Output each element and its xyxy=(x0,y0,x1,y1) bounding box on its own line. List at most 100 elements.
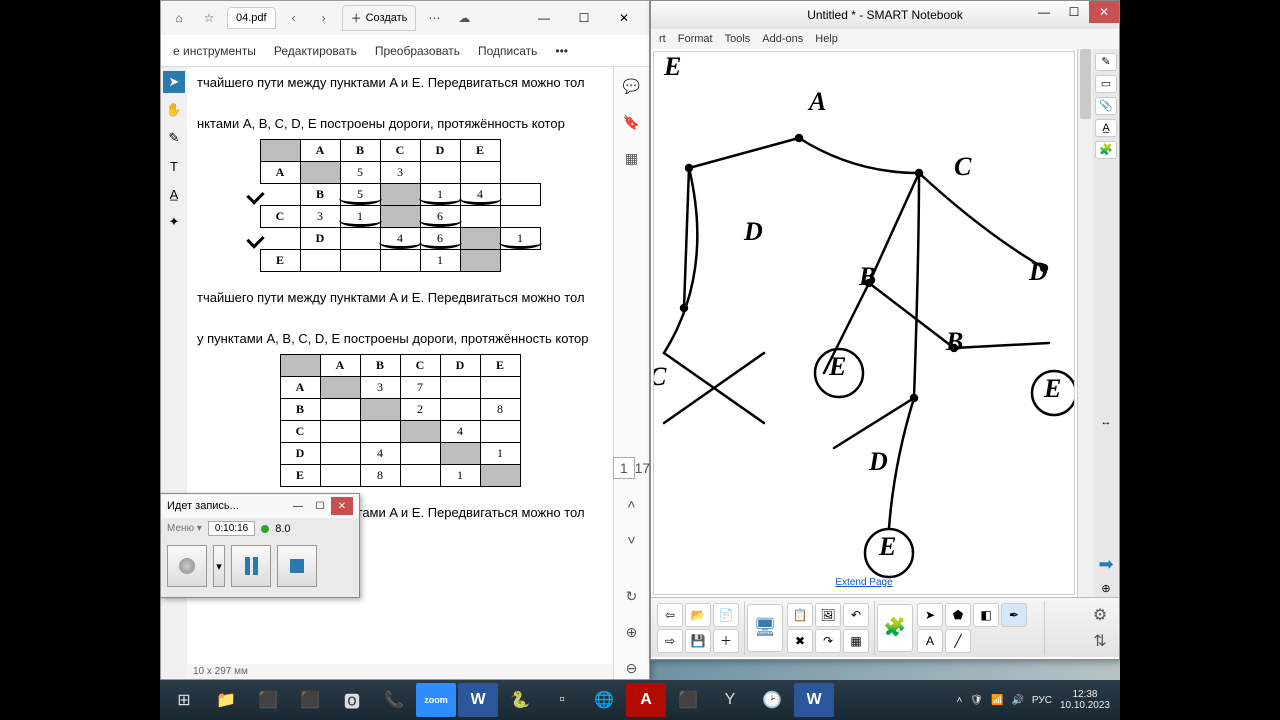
smart-close-button[interactable]: ✕ xyxy=(1089,1,1119,23)
more-icon[interactable]: ⋯ xyxy=(422,6,446,30)
smart-minimize-button[interactable]: — xyxy=(1029,1,1059,23)
smart-scrollbar[interactable] xyxy=(1077,49,1093,597)
tool-paste-icon[interactable]: 📋 xyxy=(787,603,813,627)
zoom-in-icon[interactable]: ⊕ xyxy=(621,621,643,643)
comments-icon[interactable]: 💬 xyxy=(621,75,643,97)
tray-up-icon[interactable]: ˄ xyxy=(956,695,962,706)
tray-volume-icon[interactable]: 🔊 xyxy=(1011,695,1023,706)
pointer-tool-icon[interactable]: ➤ xyxy=(163,71,185,93)
taskbar-opera-icon[interactable]: 🅾 xyxy=(332,683,372,717)
tool-add-icon[interactable]: ＋ xyxy=(713,629,739,653)
side-resize-icon[interactable]: ↔ xyxy=(1095,413,1117,431)
taskbar-viber-icon[interactable]: 📞 xyxy=(374,683,414,717)
nav-back-icon[interactable]: ‹ xyxy=(282,6,306,30)
smart-canvas[interactable]: E A C D B D B C E E D E Extend Page xyxy=(653,51,1075,595)
tool-new-icon[interactable]: 📄 xyxy=(713,603,739,627)
tool-image-icon[interactable]: 🖼 xyxy=(815,603,841,627)
textbox-tool-icon[interactable]: A̲ xyxy=(163,183,185,205)
menu-convert[interactable]: Преобразовать xyxy=(375,44,460,58)
smart-maximize-button[interactable]: ☐ xyxy=(1059,1,1089,23)
cloud-icon[interactable]: ☁ xyxy=(452,6,476,30)
tool-open-icon[interactable]: 📂 xyxy=(685,603,711,627)
tool-text-icon[interactable]: A xyxy=(917,629,943,653)
menu-tools[interactable]: Tools xyxy=(725,33,751,45)
taskbar-zoom-icon[interactable]: zoom xyxy=(416,683,456,717)
rotate-icon[interactable]: ↻ xyxy=(621,585,643,607)
menu-format[interactable]: Format xyxy=(678,33,713,45)
tray-lang[interactable]: РУС xyxy=(1032,695,1052,706)
side-attach-icon[interactable]: 📎 xyxy=(1095,97,1117,115)
side-puzzle-icon[interactable]: 🧩 xyxy=(1095,141,1117,159)
recorder-minimize-button[interactable]: — xyxy=(287,497,309,515)
record-options-button[interactable]: ▾ xyxy=(213,545,225,587)
grid-icon[interactable]: ▦ xyxy=(621,147,643,169)
tool-settings-icon[interactable]: ⚙ xyxy=(1089,604,1111,626)
stop-button[interactable] xyxy=(277,545,317,587)
menu-addons[interactable]: Add-ons xyxy=(762,33,803,45)
tool-move-icon[interactable]: ⇅ xyxy=(1089,630,1111,652)
side-add-icon[interactable]: ⊕ xyxy=(1095,579,1117,597)
taskbar-app-icon[interactable]: ⬛ xyxy=(668,683,708,717)
taskbar-smart-icon[interactable]: ▫ xyxy=(542,683,582,717)
recorder-close-button[interactable]: ✕ xyxy=(331,497,353,515)
side-next-icon[interactable]: ➡ xyxy=(1095,554,1117,575)
pencil-tool-icon[interactable]: ✎ xyxy=(163,127,185,149)
bookmark-icon[interactable]: 🔖 xyxy=(621,111,643,133)
taskbar-yandex-icon[interactable]: Y xyxy=(710,683,750,717)
menu-insert[interactable]: rt xyxy=(659,33,666,45)
taskbar-app-icon[interactable]: ⬛ xyxy=(248,683,288,717)
text-tool-icon[interactable]: T xyxy=(163,155,185,177)
tool-shape-icon[interactable]: ⬟ xyxy=(945,603,971,627)
tray-network-icon[interactable]: 📶 xyxy=(991,695,1003,706)
star-icon[interactable]: ☆ xyxy=(197,6,221,30)
minimize-button[interactable]: — xyxy=(525,4,563,32)
stamp-tool-icon[interactable]: ✦ xyxy=(163,211,185,233)
page-up-icon[interactable]: ˄ xyxy=(621,493,643,515)
tool-pens-icon[interactable]: ✒ xyxy=(1001,603,1027,627)
taskbar-app-icon[interactable]: ⬛ xyxy=(290,683,330,717)
taskbar-chrome-icon[interactable]: 🌐 xyxy=(584,683,624,717)
tool-save-icon[interactable]: 💾 xyxy=(685,629,711,653)
side-pen-icon[interactable]: ✎ xyxy=(1095,53,1117,71)
maximize-button[interactable]: ☐ xyxy=(565,4,603,32)
taskbar-app-icon[interactable]: 🕑 xyxy=(752,683,792,717)
tool-select-icon[interactable]: ➤ xyxy=(917,603,943,627)
taskbar-python-icon[interactable]: 🐍 xyxy=(500,683,540,717)
tool-prev-icon[interactable]: ⇦ xyxy=(657,603,683,627)
create-tab[interactable]: ＋ Создать xyxy=(342,5,417,31)
taskbar-clock[interactable]: 12:38 10.10.2023 xyxy=(1060,689,1110,711)
extend-page-link[interactable]: Extend Page xyxy=(835,577,892,588)
home-icon[interactable]: ⌂ xyxy=(167,6,191,30)
pause-button[interactable] xyxy=(231,545,271,587)
recorder-maximize-button[interactable]: ☐ xyxy=(309,497,331,515)
tool-line-icon[interactable]: ╱ xyxy=(945,629,971,653)
menu-more-icon[interactable]: ••• xyxy=(555,44,568,58)
menu-help[interactable]: Help xyxy=(815,33,838,45)
side-frame-icon[interactable]: ▭ xyxy=(1095,75,1117,93)
tool-puzzle-icon[interactable]: 🧩 xyxy=(877,604,913,652)
menu-sign[interactable]: Подписать xyxy=(478,44,537,58)
tool-eraser-icon[interactable]: ◧ xyxy=(973,603,999,627)
start-button[interactable]: ⊞ xyxy=(164,683,204,717)
tool-next-icon[interactable]: ⇨ xyxy=(657,629,683,653)
tool-table-icon[interactable]: ▦ xyxy=(843,629,869,653)
menu-tools[interactable]: е инструменты xyxy=(173,44,256,58)
zoom-out-icon[interactable]: ⊖ xyxy=(621,657,643,679)
pdf-tab[interactable]: 04.pdf xyxy=(227,7,276,29)
close-button[interactable]: ✕ xyxy=(605,4,643,32)
tool-delete-icon[interactable]: ✖ xyxy=(787,629,813,653)
taskbar-explorer-icon[interactable]: 📁 xyxy=(206,683,246,717)
page-down-icon[interactable]: ˅ xyxy=(621,529,643,551)
record-button[interactable] xyxy=(167,545,207,587)
tool-screen-icon[interactable]: 🖥 xyxy=(747,604,783,652)
taskbar-word2-icon[interactable]: W xyxy=(794,683,834,717)
tool-undo-icon[interactable]: ↶ xyxy=(843,603,869,627)
taskbar-word-icon[interactable]: W xyxy=(458,683,498,717)
side-text-icon[interactable]: A̲ xyxy=(1095,119,1117,137)
menu-edit[interactable]: Редактировать xyxy=(274,44,357,58)
tray-shield-icon[interactable]: 🛡 xyxy=(970,695,983,706)
nav-fwd-icon[interactable]: › xyxy=(312,6,336,30)
tool-redo-icon[interactable]: ↷ xyxy=(815,629,841,653)
taskbar-acrobat-icon[interactable]: A xyxy=(626,683,666,717)
hand-tool-icon[interactable]: ✋ xyxy=(163,99,185,121)
